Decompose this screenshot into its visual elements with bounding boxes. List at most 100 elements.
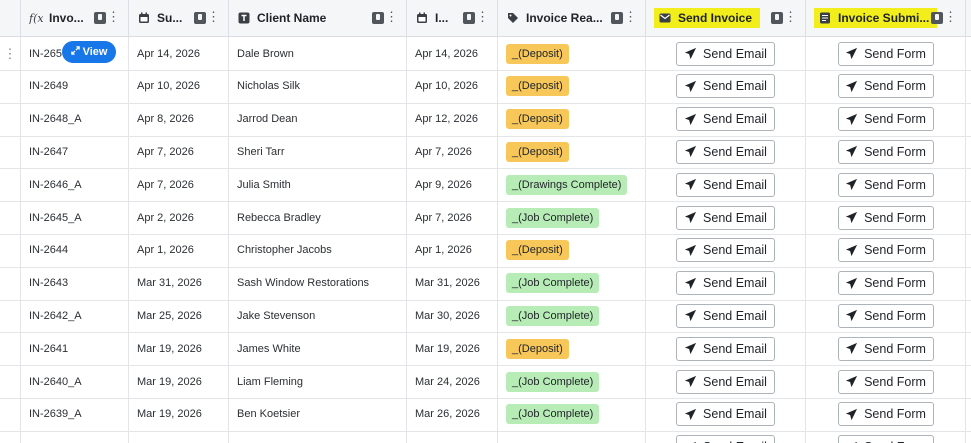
table-row[interactable]: IN-2646_A Apr 7, 2026 Julia Smith Apr 9, 20… — [0, 168, 971, 203]
send-email-button[interactable]: Send Email — [676, 271, 775, 296]
table-row[interactable]: IN-2647 Apr 7, 2026 Sheri Tarr Apr 7, 2026 _… — [0, 135, 971, 170]
cell-invoice-reason[interactable]: _(Deposit) — [498, 37, 646, 70]
send-form-button[interactable]: Send Form — [837, 139, 934, 164]
row-drag-handle[interactable] — [0, 299, 21, 333]
cell-submitted-date[interactable]: Mar 19, 2026 — [129, 365, 229, 398]
send-email-button[interactable]: Send Email — [676, 74, 775, 99]
row-drag-handle[interactable] — [0, 168, 21, 202]
column-header-submitted-date[interactable]: Su... ⋮ — [129, 0, 229, 36]
cell-client-name[interactable]: Sheri Tarr — [229, 135, 407, 169]
cell-client-name[interactable]: Julia Smith — [229, 168, 407, 202]
table-row[interactable]: IN-2640_A Mar 19, 2026 Liam Fleming Mar 24,… — [0, 365, 971, 399]
cell-client-name[interactable]: Nicholas Silk — [229, 69, 407, 103]
column-header-invoice-date[interactable]: I... ⋮ — [407, 0, 498, 36]
row-drag-handle[interactable] — [0, 69, 21, 103]
table-row[interactable]: IN-2642_A Mar 25, 2026 Jake Stevenson Mar 3… — [0, 299, 971, 334]
cell-invoice-reason[interactable]: _(Job Complete) — [498, 397, 646, 431]
cell-invoice-date[interactable]: Apr 9, 2026 — [407, 168, 498, 202]
view-button[interactable]: View — [62, 41, 116, 63]
cell-invoice-date[interactable]: Mar 19, 2026 — [407, 332, 498, 366]
cell-client-name[interactable]: Sash Window Restorations — [229, 266, 407, 300]
send-form-button[interactable]: Send Form — [837, 238, 934, 263]
column-header-send-invoice[interactable]: Send Invoice ⋮ — [646, 0, 806, 36]
column-header-invoice-submit[interactable]: Invoice Submi... ⋮ — [806, 0, 966, 36]
send-email-button[interactable]: Send Email — [676, 41, 775, 66]
pin-icon[interactable] — [372, 12, 384, 24]
row-drag-handle[interactable] — [0, 201, 21, 234]
table-row[interactable]: ⋮ IN-265 Apr 14, 2026 Dale Brown Apr 14, 202… — [0, 37, 971, 71]
cell-client-name[interactable]: Rebecca Bradley — [229, 201, 407, 234]
cell-client-name[interactable]: Liam Fleming — [229, 365, 407, 398]
cell-client-name[interactable]: Ben Koetsier — [229, 397, 407, 431]
cell-invoice-date[interactable]: Apr 7, 2026 — [407, 135, 498, 169]
cell-submitted-date[interactable]: Apr 7, 2026 — [129, 135, 229, 169]
cell-invoice-date[interactable]: Apr 1, 2026 — [407, 233, 498, 267]
cell-invoice-date[interactable]: Apr 7, 2026 — [407, 201, 498, 234]
send-form-button[interactable]: Send Form — [837, 41, 934, 66]
cell-invoice-date[interactable]: Apr 10, 2026 — [407, 69, 498, 103]
column-header-client-name[interactable]: Client Name ⋮ — [229, 0, 407, 36]
cell-invoice-reason[interactable]: _(Deposit) — [498, 102, 646, 136]
more-options-icon[interactable]: ⋮ — [107, 10, 120, 24]
row-drag-handle[interactable] — [0, 233, 21, 267]
send-form-button[interactable]: Send Form — [837, 303, 934, 328]
more-options-icon[interactable]: ⋮ — [944, 10, 957, 24]
cell-invoice-number[interactable]: IN-2644 — [21, 233, 129, 267]
cell-client-name[interactable]: Jarrod Dean — [229, 102, 407, 136]
table-row[interactable]: IN-2643 Mar 31, 2026 Sash Window Restorati… — [0, 266, 971, 301]
more-options-icon[interactable]: ⋮ — [784, 10, 797, 24]
send-email-button[interactable]: Send Email — [676, 238, 775, 263]
pin-icon[interactable] — [94, 12, 106, 24]
row-drag-handle[interactable] — [0, 397, 21, 431]
table-row[interactable]: IN-2648_A Apr 8, 2026 Jarrod Dean Apr 12, 2… — [0, 102, 971, 137]
cell-submitted-date[interactable]: Mar 19, 2026 — [129, 332, 229, 366]
send-email-button[interactable]: Send Email — [676, 402, 775, 427]
send-form-button[interactable]: Send Form — [837, 271, 934, 296]
cell-invoice-reason[interactable]: _(Deposit) — [498, 69, 646, 103]
send-form-button[interactable]: Send Form — [837, 402, 934, 427]
table-row[interactable]: IN-2645_A Apr 2, 2026 Rebecca Bradley Apr 7… — [0, 201, 971, 235]
cell-client-name[interactable]: James White — [229, 332, 407, 366]
cell-invoice-number[interactable]: IN-2643 — [21, 266, 129, 300]
cell-invoice-reason[interactable]: _(Deposit) — [498, 135, 646, 169]
send-email-button[interactable]: Send Email — [676, 205, 775, 230]
cell-invoice-reason[interactable]: _(Job Complete) — [498, 266, 646, 300]
cell-invoice-date[interactable]: Apr 12, 2026 — [407, 102, 498, 136]
cell-invoice-number[interactable]: IN-2649 — [21, 69, 129, 103]
cell-invoice-reason[interactable]: _(Job Complete) — [498, 365, 646, 398]
send-email-button[interactable]: Send Email — [676, 107, 775, 132]
cell-invoice-number[interactable]: IN-2647 — [21, 135, 129, 169]
cell-invoice-date[interactable]: Mar 24, 2026 — [407, 365, 498, 398]
pin-icon[interactable] — [194, 12, 206, 24]
column-header-invoice-reason[interactable]: Invoice Rea... ⋮ — [498, 0, 646, 36]
more-options-icon[interactable]: ⋮ — [476, 10, 489, 24]
row-drag-handle[interactable] — [0, 430, 21, 443]
table-row[interactable]: IN-2649 Apr 10, 2026 Nicholas Silk Apr 10, … — [0, 69, 971, 104]
cell-invoice-reason[interactable]: _(Job Complete) — [498, 299, 646, 333]
cell-invoice-reason[interactable]: _(Deposit) — [498, 332, 646, 366]
cell-submitted-date[interactable]: Apr 14, 2026 — [129, 37, 229, 70]
table-row[interactable]: IN-2641 Mar 19, 2026 James White Mar 19, 20… — [0, 332, 971, 367]
pin-icon[interactable] — [611, 12, 623, 24]
row-drag-handle[interactable] — [0, 266, 21, 300]
more-options-icon[interactable]: ⋮ — [207, 10, 220, 24]
cell-invoice-reason[interactable]: _(Deposit) — [498, 233, 646, 267]
row-drag-handle[interactable] — [0, 135, 21, 169]
cell-submitted-date[interactable]: Apr 7, 2026 — [129, 168, 229, 202]
send-form-button[interactable]: Send Form — [837, 74, 934, 99]
cell-invoice-reason[interactable]: _(Drawings Complete) — [498, 168, 646, 202]
more-options-icon[interactable]: ⋮ — [624, 10, 637, 24]
column-header-invoice-number[interactable]: f(x) Invo... ⋮ — [21, 0, 129, 36]
row-drag-handle[interactable]: ⋮ — [0, 37, 21, 70]
cell-submitted-date[interactable]: Apr 2, 2026 — [129, 201, 229, 234]
cell-submitted-date[interactable]: Apr 10, 2026 — [129, 69, 229, 103]
row-drag-handle[interactable] — [0, 332, 21, 366]
cell-invoice-reason[interactable]: _(Job Complete) — [498, 201, 646, 234]
send-form-button[interactable]: Send Form — [837, 172, 934, 197]
cell-invoice-number[interactable]: IN-2641 — [21, 332, 129, 366]
send-form-button[interactable]: Send Form — [837, 336, 934, 361]
cell-client-name[interactable]: Jake Stevenson — [229, 299, 407, 333]
cell-submitted-date[interactable]: Apr 8, 2026 — [129, 102, 229, 136]
cell-invoice-date[interactable]: Mar 30, 2026 — [407, 299, 498, 333]
pin-icon[interactable] — [931, 12, 943, 24]
